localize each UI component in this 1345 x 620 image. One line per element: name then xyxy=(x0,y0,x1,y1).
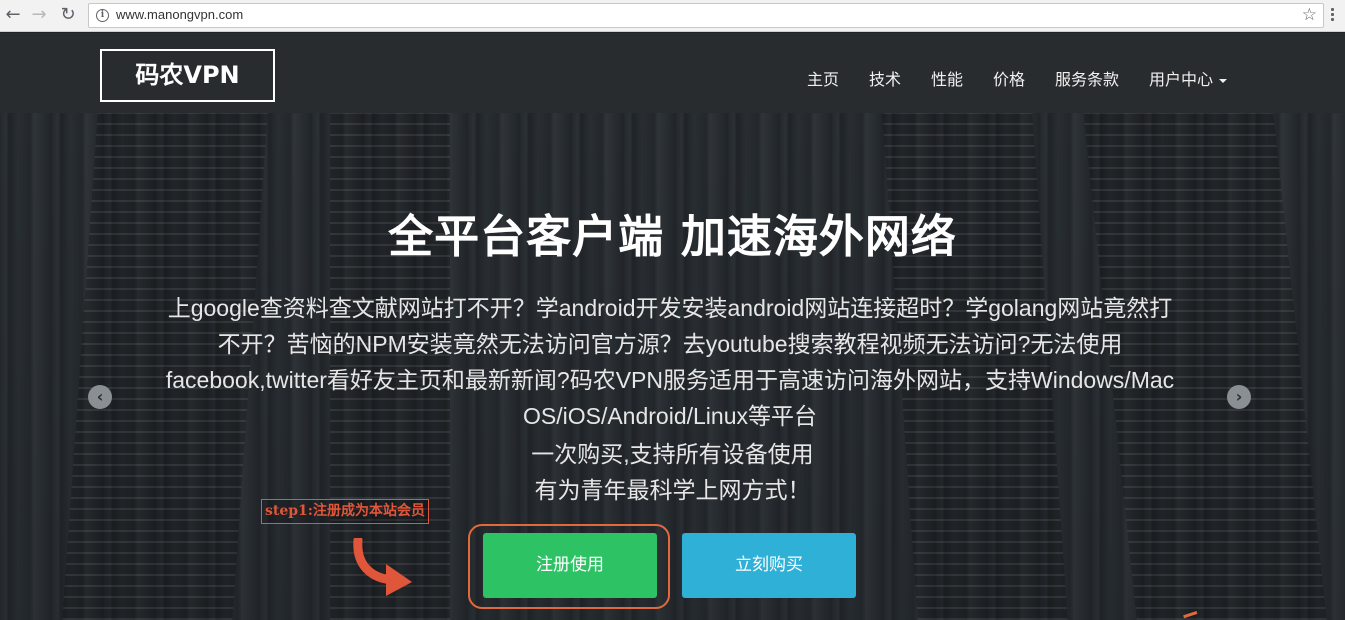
caret-down-icon xyxy=(1219,78,1228,83)
info-icon[interactable]: i xyxy=(96,9,109,22)
browser-menu-icon[interactable] xyxy=(1331,8,1335,24)
back-arrow-icon[interactable]: ← xyxy=(2,4,24,26)
main-nav: 主页 技术 性能 价格 服务条款 用户中心 xyxy=(0,66,1345,89)
site-header: 码农VPN 主页 技术 性能 价格 服务条款 用户中心 xyxy=(0,33,1345,113)
curved-arrow-icon xyxy=(353,538,412,596)
carousel-prev-icon[interactable]: ‹ xyxy=(88,385,112,409)
register-button[interactable]: 注册使用 xyxy=(483,533,657,598)
forward-arrow-icon[interactable]: → xyxy=(28,4,50,26)
bookmark-star-icon[interactable]: ☆ xyxy=(1302,5,1317,25)
buy-now-button[interactable]: 立刻购买 xyxy=(682,533,856,598)
step-annotation-label: step1:注册成为本站会员 xyxy=(261,499,429,524)
browser-toolbar: ← → ↻ i www.manongvpn.com ☆ xyxy=(0,0,1345,32)
hero-carousel: 全平台客户端 加速海外网络 上google查资料查文献网站打不开？学androi… xyxy=(0,113,1345,620)
nav-item-user-center-label: 用户中心 xyxy=(1149,70,1214,89)
reload-icon[interactable]: ↻ xyxy=(57,4,79,26)
nav-item-home[interactable]: 主页 xyxy=(807,66,839,90)
hero-title: 全平台客户端 加速海外网络 xyxy=(388,210,957,263)
hero-description: 上google查资料查文献网站打不开？学android开发安装android网站… xyxy=(165,295,1175,429)
nav-item-tech[interactable]: 技术 xyxy=(869,66,901,90)
nav-item-user-center[interactable]: 用户中心 xyxy=(1149,66,1228,90)
nav-item-pricing[interactable]: 价格 xyxy=(993,66,1025,90)
hero-tagline-devices: 一次购买,支持所有设备使用 xyxy=(531,441,814,467)
nav-item-terms[interactable]: 服务条款 xyxy=(1055,66,1119,90)
nav-item-performance[interactable]: 性能 xyxy=(931,66,963,90)
address-bar[interactable]: i www.manongvpn.com ☆ xyxy=(88,3,1324,28)
carousel-next-icon[interactable]: › xyxy=(1227,385,1251,409)
url-text[interactable]: www.manongvpn.com xyxy=(116,7,243,22)
hero-tagline-slogan: 有为青年最科学上网方式！ xyxy=(534,477,811,503)
